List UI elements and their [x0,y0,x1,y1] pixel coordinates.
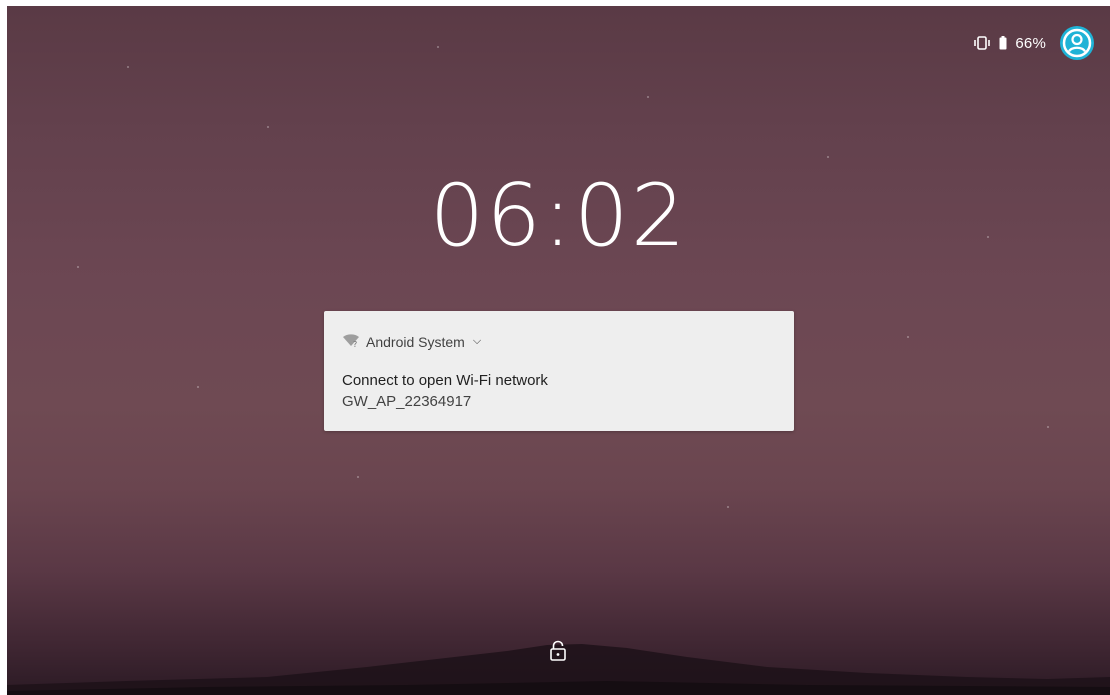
wifi-question-icon: ? [342,333,360,350]
notification-app-name: Android System [366,333,465,350]
chevron-down-icon[interactable]: ⌵ [473,335,481,348]
lock-screen: 66% 06:02 ? Android System ⌵ Connect to … [7,6,1110,695]
wifi-notification[interactable]: ? Android System ⌵ Connect to open Wi-Fi… [324,311,794,431]
notification-header[interactable]: ? Android System ⌵ [342,333,481,350]
status-bar: 66% [973,26,1094,60]
unlock-icon[interactable] [549,640,567,667]
battery-percent: 66% [1015,34,1046,52]
notification-text: GW_AP_22364917 [342,393,472,410]
clock: 06:02 [429,166,688,266]
svg-text:?: ? [353,340,357,347]
vibrate-icon [973,36,991,50]
user-avatar-icon[interactable] [1060,26,1094,60]
battery-icon [999,36,1007,50]
notification-title: Connect to open Wi-Fi network [342,372,548,389]
